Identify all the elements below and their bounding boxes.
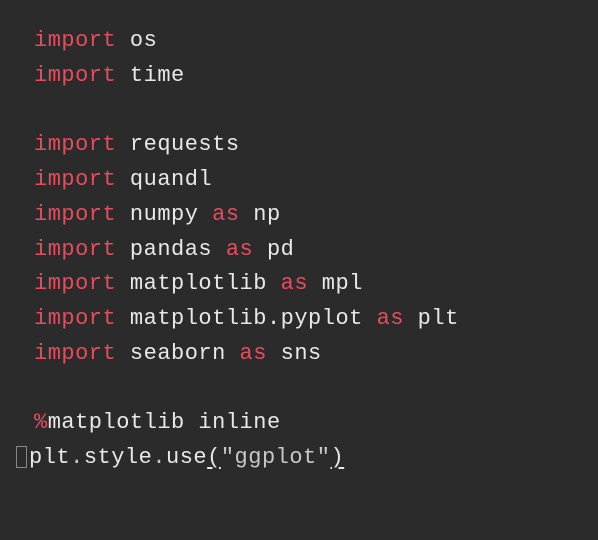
code-editor[interactable]: import os import time import requests im… — [34, 24, 586, 476]
keyword-import: import — [34, 237, 116, 262]
code-line: import os — [34, 24, 586, 59]
keyword-import: import — [34, 132, 116, 157]
module-matplotlib-pyplot: matplotlib.pyplot — [130, 306, 363, 331]
code-line: import quandl — [34, 163, 586, 198]
ident-plt: plt — [29, 445, 70, 470]
blank-line — [34, 94, 586, 129]
alias-np: np — [253, 202, 280, 227]
ident-style: style — [84, 445, 153, 470]
cursor-indicator — [16, 446, 27, 468]
module-requests: requests — [130, 132, 240, 157]
keyword-import: import — [34, 271, 116, 296]
keyword-import: import — [34, 63, 116, 88]
open-paren: ( — [207, 445, 221, 470]
code-line: import matplotlib as mpl — [34, 267, 586, 302]
alias-plt: plt — [418, 306, 459, 331]
module-seaborn: seaborn — [130, 341, 226, 366]
module-quandl: quandl — [130, 167, 212, 192]
module-os: os — [130, 28, 157, 53]
keyword-import: import — [34, 167, 116, 192]
module-matplotlib: matplotlib — [130, 271, 267, 296]
close-paren: ) — [330, 445, 344, 470]
ident-use: use — [166, 445, 207, 470]
code-line: import requests — [34, 128, 586, 163]
code-line: import pandas as pd — [34, 233, 586, 268]
keyword-as: as — [226, 237, 253, 262]
module-time: time — [130, 63, 185, 88]
keyword-import: import — [34, 306, 116, 331]
keyword-as: as — [377, 306, 404, 331]
dot-operator: . — [152, 445, 166, 470]
code-line: import numpy as np — [34, 198, 586, 233]
keyword-import: import — [34, 341, 116, 366]
string-literal: "ggplot" — [221, 445, 331, 470]
alias-mpl: mpl — [322, 271, 363, 296]
dot-operator: . — [70, 445, 84, 470]
blank-line — [34, 372, 586, 407]
module-numpy: numpy — [130, 202, 199, 227]
module-pandas: pandas — [130, 237, 212, 262]
code-line-statement: plt.style.use("ggplot") — [34, 441, 586, 476]
keyword-as: as — [240, 341, 267, 366]
keyword-import: import — [34, 202, 116, 227]
alias-sns: sns — [281, 341, 322, 366]
keyword-import: import — [34, 28, 116, 53]
code-line: import matplotlib.pyplot as plt — [34, 302, 586, 337]
code-line-magic: %matplotlib inline — [34, 406, 586, 441]
alias-pd: pd — [267, 237, 294, 262]
code-line: import seaborn as sns — [34, 337, 586, 372]
magic-percent: % — [34, 410, 48, 435]
keyword-as: as — [281, 271, 308, 296]
keyword-as: as — [212, 202, 239, 227]
code-line: import time — [34, 59, 586, 94]
magic-text: matplotlib inline — [48, 410, 281, 435]
